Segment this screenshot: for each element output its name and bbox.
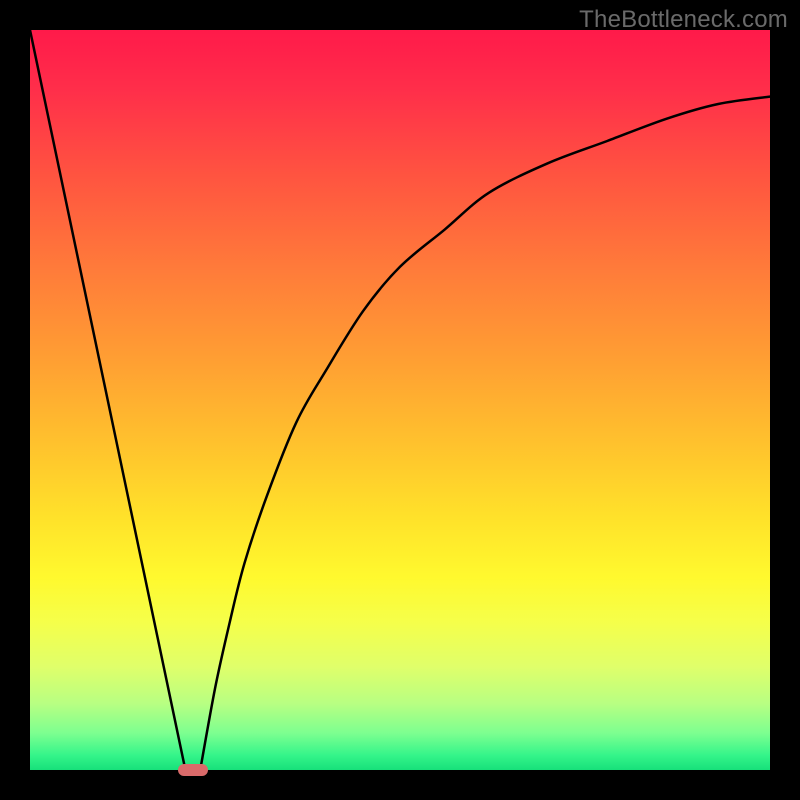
watermark-text: TheBottleneck.com	[579, 6, 788, 34]
bottleneck-marker	[178, 764, 208, 776]
chart-curves	[30, 30, 770, 770]
right-ascending-curve	[200, 97, 770, 770]
left-descending-line	[30, 30, 185, 770]
chart-frame: TheBottleneck.com	[0, 0, 800, 800]
